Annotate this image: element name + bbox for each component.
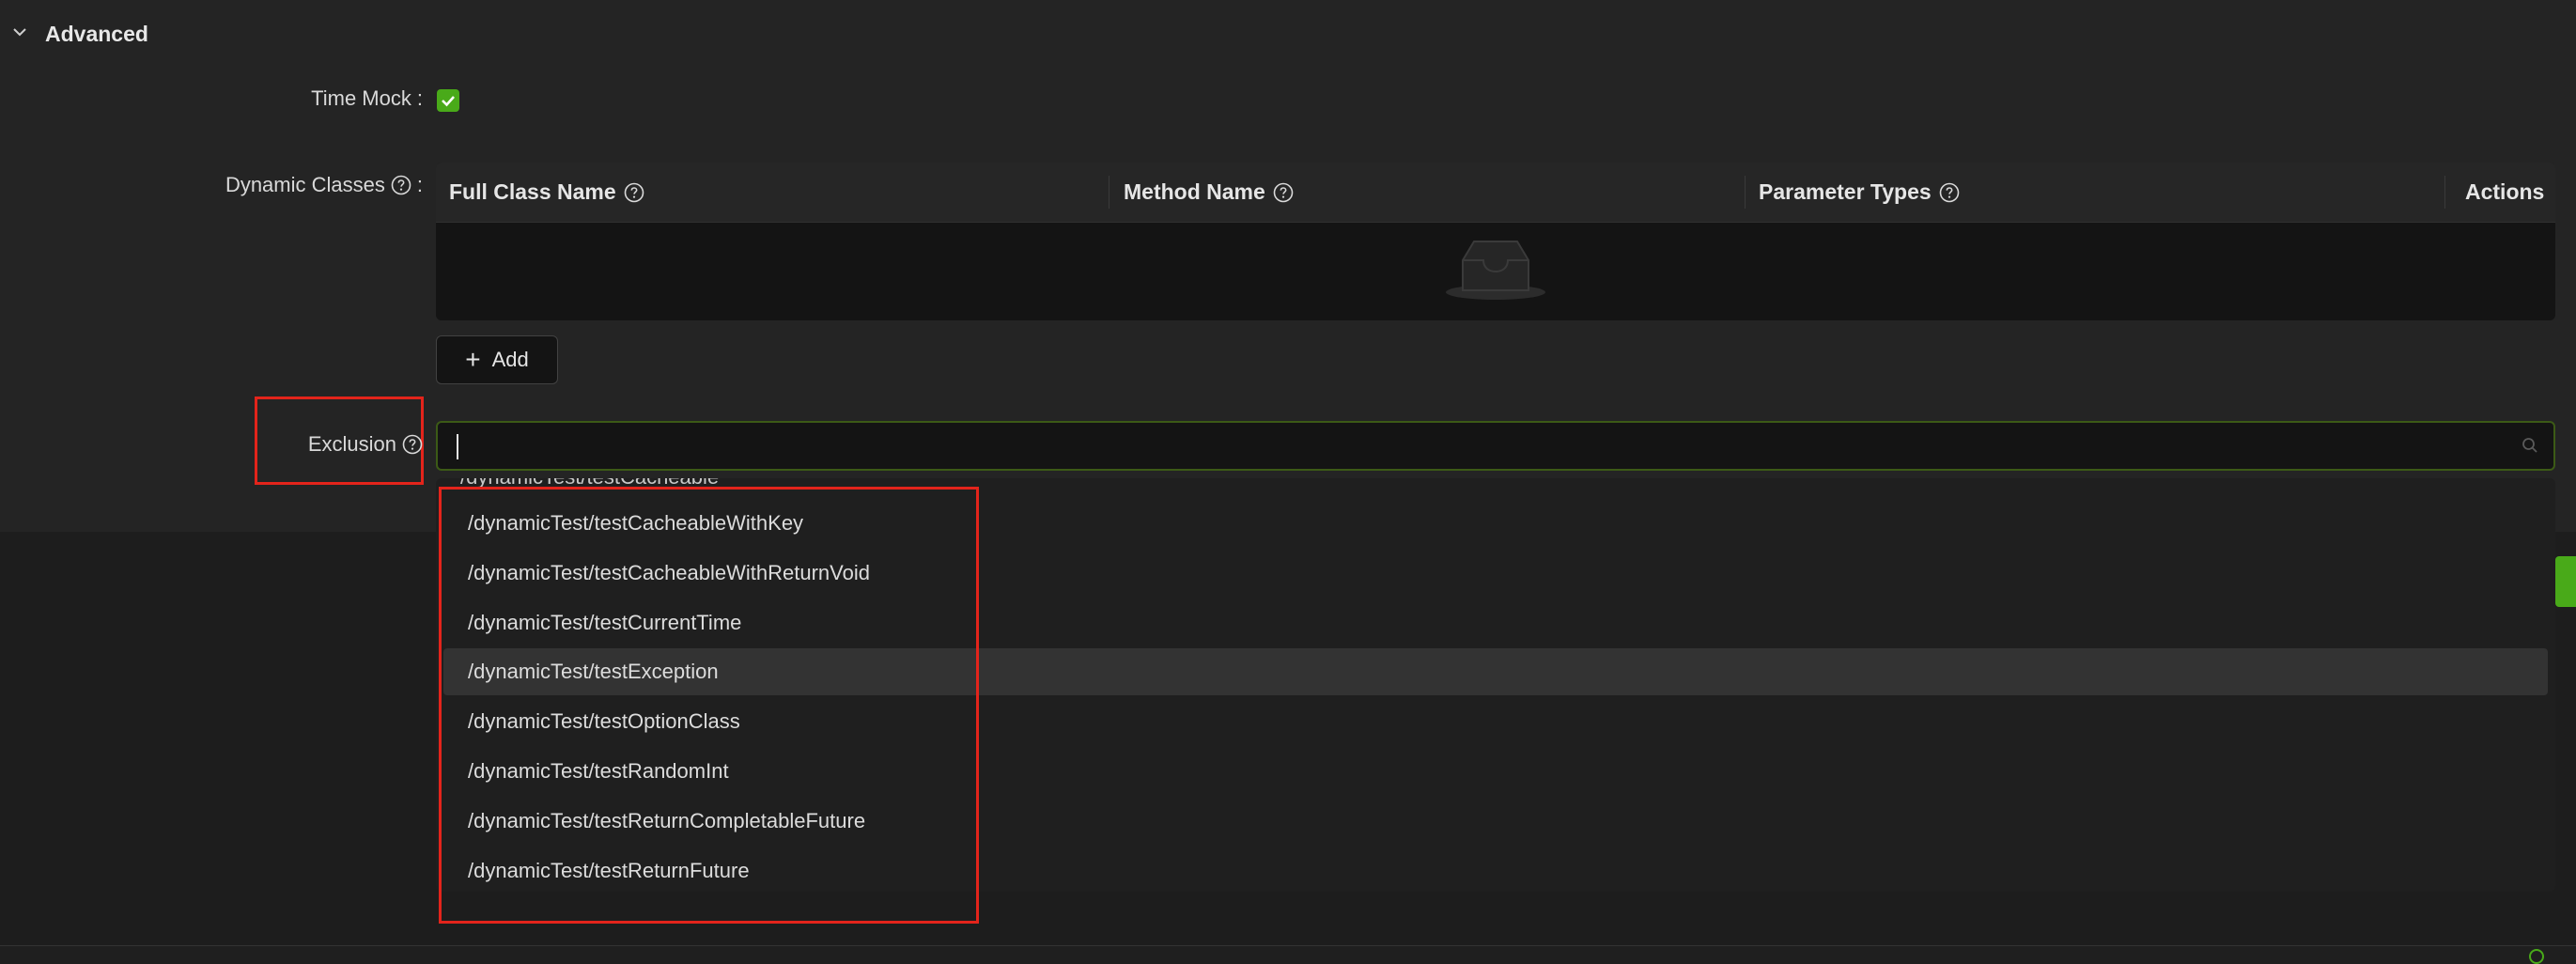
add-row-button[interactable]: + Add <box>436 335 558 384</box>
question-circle-icon[interactable] <box>391 175 411 195</box>
question-circle-icon[interactable] <box>1273 182 1294 203</box>
status-circle-icon <box>2529 949 2544 964</box>
bottom-bar <box>0 945 2576 964</box>
exclusion-label: Exclusion <box>308 432 423 457</box>
time-mock-checkbox[interactable] <box>437 89 459 112</box>
column-label: Method Name <box>1124 179 1265 204</box>
check-icon <box>442 96 455 107</box>
time-mock-label-text: Time Mock <box>311 86 411 110</box>
dynamic-classes-label: Dynamic Classes : <box>225 173 423 197</box>
question-circle-icon[interactable] <box>624 182 644 203</box>
dynamic-classes-label-text: Dynamic Classes <box>225 173 385 196</box>
advanced-section-header[interactable]: Advanced <box>11 17 148 51</box>
dynamic-classes-colon: : <box>416 173 423 196</box>
column-method-name: Method Name <box>1110 163 1745 222</box>
exclusion-label-text: Exclusion <box>307 432 396 456</box>
plus-icon: + <box>465 345 481 374</box>
text-caret <box>457 434 458 459</box>
exclusion-select-input[interactable] <box>436 421 2555 471</box>
scrollbar-thumb[interactable] <box>2555 556 2576 607</box>
table-header: Full Class Name Method Name Parameter Ty… <box>436 163 2555 223</box>
dropdown-options-highlight <box>439 487 979 924</box>
empty-inbox-icon <box>1446 241 1545 300</box>
add-button-label: Add <box>491 348 529 371</box>
column-divider <box>1109 176 1110 209</box>
question-circle-icon[interactable] <box>402 434 423 455</box>
chevron-down-icon[interactable] <box>11 23 28 45</box>
column-label: Actions <box>2465 179 2545 204</box>
column-actions: Actions <box>2446 163 2555 222</box>
dynamic-classes-table: Full Class Name Method Name Parameter Ty… <box>436 163 2555 320</box>
time-mock-label: Time Mock: <box>311 86 423 111</box>
column-label: Full Class Name <box>449 179 616 204</box>
time-mock-colon: : <box>416 86 423 110</box>
column-full-class-name: Full Class Name <box>436 163 1109 222</box>
section-title: Advanced <box>45 21 148 46</box>
column-divider <box>2444 176 2445 209</box>
column-label: Parameter Types <box>1759 179 1932 204</box>
column-parameter-types: Parameter Types <box>1746 163 2444 222</box>
search-icon <box>2522 438 2537 453</box>
question-circle-icon[interactable] <box>1939 182 1960 203</box>
table-body-empty <box>436 223 2555 320</box>
